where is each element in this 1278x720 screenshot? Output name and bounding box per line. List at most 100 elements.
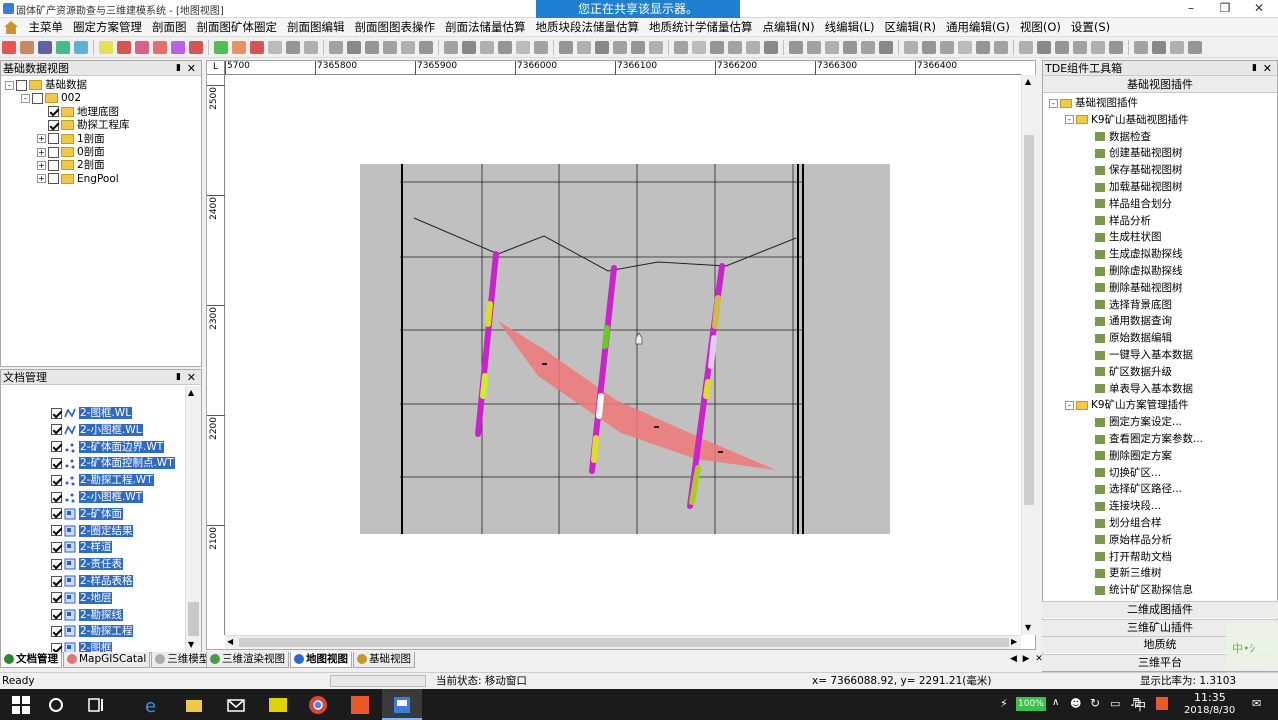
tree-node[interactable]: - 基础数据 <box>5 79 87 92</box>
toolbar-tool-icon[interactable] <box>1055 41 1069 54</box>
plugin-item[interactable]: 删除圈定方案 <box>1095 450 1172 463</box>
plugin-root[interactable]: - 基础视图插件 <box>1049 97 1138 110</box>
tray-plug-icon[interactable]: ⚡ <box>1000 697 1008 710</box>
accordion-header[interactable]: 二维成图插件 <box>1042 601 1278 618</box>
toolbar-tool-icon[interactable] <box>613 41 627 54</box>
toolbar-tool-icon[interactable] <box>1109 41 1123 54</box>
toolbar-tool-icon[interactable] <box>710 41 724 54</box>
map-vscrollbar[interactable]: ▲ ▼ <box>1021 75 1036 635</box>
layer-checkbox[interactable] <box>51 491 62 503</box>
scroll-thumb[interactable] <box>1024 135 1034 505</box>
scroll-up-icon[interactable]: ▲ <box>188 388 194 397</box>
tree-checkbox[interactable] <box>48 173 59 185</box>
toolbar-tool-icon[interactable] <box>1170 41 1184 54</box>
toolbar-tool-icon[interactable] <box>825 41 839 54</box>
plugin-item[interactable]: 生成柱状图 <box>1095 231 1162 244</box>
scroll-down-icon[interactable]: ▼ <box>188 640 194 649</box>
plugin-item[interactable]: 查看圈定方案参数... <box>1095 433 1203 446</box>
toolbar-tool-icon[interactable] <box>595 41 609 54</box>
windows-start-icon[interactable] <box>11 695 31 715</box>
menu-item-6[interactable]: 剖面法储量估算 <box>440 18 531 37</box>
notification-icon[interactable]: ✉ <box>1252 697 1261 710</box>
toolbar-tool-icon[interactable] <box>1152 41 1166 54</box>
toolbar-tool-icon[interactable] <box>940 41 954 54</box>
layer-checkbox[interactable] <box>51 642 62 652</box>
toolbar-tool-icon[interactable] <box>268 41 282 54</box>
toolbar-tool-icon[interactable] <box>1188 41 1202 54</box>
left-tab[interactable]: 三维模型 <box>151 652 214 668</box>
tree-checkbox[interactable] <box>48 159 59 171</box>
close-icon[interactable]: ✕ <box>187 61 196 76</box>
toolbar-tool-icon[interactable] <box>214 41 228 54</box>
menu-item-14[interactable]: 设置(S) <box>1066 18 1115 37</box>
toolbar-tool-icon[interactable] <box>444 41 458 54</box>
floating-assistant-widget[interactable]: 中•ｼ <box>1226 622 1278 668</box>
plugin-item[interactable]: 统计矿区勘探信息 <box>1095 584 1193 597</box>
toolbar-tool-icon[interactable] <box>764 41 778 54</box>
tree-checkbox[interactable] <box>48 146 59 158</box>
menu-item-2[interactable]: 剖面图 <box>147 18 192 37</box>
toolbar-tool-icon[interactable] <box>99 41 113 54</box>
toolbar-tool-icon[interactable] <box>171 41 185 54</box>
layer-item[interactable]: 2-样道 <box>51 540 113 555</box>
toolbar-tool-icon[interactable] <box>401 41 415 54</box>
scroll-left-icon[interactable]: ◀ <box>227 637 233 646</box>
layer-checkbox[interactable] <box>51 609 62 621</box>
toolbar-tool-icon[interactable] <box>419 41 433 54</box>
close-icon[interactable]: ✕ <box>1263 61 1272 76</box>
plugin-item[interactable]: 划分组合样 <box>1095 517 1162 530</box>
menu-item-8[interactable]: 地质统计学储量估算 <box>644 18 758 37</box>
plugin-item[interactable]: 单表导入基本数据 <box>1095 383 1193 396</box>
clock-date[interactable]: 2018/8/30 <box>1184 705 1235 716</box>
toolbar-tool-icon[interactable] <box>879 41 893 54</box>
menu-item-12[interactable]: 通用编辑(G) <box>941 18 1015 37</box>
tree-checkbox[interactable] <box>48 119 59 131</box>
tree-node[interactable]: - 002 <box>21 92 81 105</box>
toolbar-tool-icon[interactable] <box>135 41 149 54</box>
menu-item-7[interactable]: 地质块段法储量估算 <box>531 18 645 37</box>
layer-item[interactable]: 2-小图框.WL <box>51 423 143 438</box>
plugin-item[interactable]: 打开帮助文档 <box>1095 551 1172 564</box>
toolbar-tool-icon[interactable] <box>38 41 52 54</box>
toolbar-tool-icon[interactable] <box>329 41 343 54</box>
pin-icon[interactable]: ▮ <box>176 61 181 76</box>
toolbar-tool-icon[interactable] <box>153 41 167 54</box>
minimize-button[interactable]: – <box>1174 0 1208 18</box>
toolbar-tool-icon[interactable] <box>534 41 548 54</box>
tree-checkbox[interactable] <box>48 106 59 118</box>
layer-item[interactable]: 2-勘探线 <box>51 608 123 623</box>
mail-icon[interactable] <box>226 695 246 715</box>
battery-indicator[interactable]: 100% <box>1016 697 1046 711</box>
tree-node[interactable]: 勘探工程库 <box>37 119 130 132</box>
toolbar-tool-icon[interactable] <box>994 41 1008 54</box>
plugin-item[interactable]: 保存基础视图树 <box>1095 164 1183 177</box>
layer-checkbox[interactable] <box>51 575 62 587</box>
plugin-item[interactable]: 加载基础视图树 <box>1095 181 1183 194</box>
layer-item[interactable]: 2-矿体面 <box>51 507 123 522</box>
plugin-item[interactable]: 生成虚拟勘探线 <box>1095 248 1183 261</box>
tray-chevron-icon[interactable]: ∧ <box>1052 697 1059 708</box>
plugin-item[interactable]: 切换矿区... <box>1095 467 1161 480</box>
tray-display-icon[interactable]: ▭ <box>1110 697 1120 710</box>
map-tab[interactable]: 基础视图 <box>353 652 415 668</box>
plugin-item[interactable]: 选择矿区路径... <box>1095 483 1182 496</box>
toolbar-tool-icon[interactable] <box>462 41 476 54</box>
layer-checkbox[interactable] <box>51 474 62 486</box>
toolbar-tool-icon[interactable] <box>516 41 530 54</box>
layer-item[interactable]: 2-勘探工程 <box>51 624 134 639</box>
plugin-item[interactable]: 选择背景底图 <box>1095 299 1172 312</box>
toolbar-tool-icon[interactable] <box>789 41 803 54</box>
restore-button[interactable]: ❐ <box>1208 0 1242 18</box>
tray-app-icon[interactable] <box>1156 697 1168 710</box>
tree-node[interactable]: 地理底图 <box>37 106 119 119</box>
toolbar-tool-icon[interactable] <box>861 41 875 54</box>
plugin-item[interactable]: 样品组合划分 <box>1095 198 1172 211</box>
toolbar-tool-icon[interactable] <box>74 41 88 54</box>
toolbar-tool-icon[interactable] <box>746 41 760 54</box>
plugin-group[interactable]: - K9矿山方案管理插件 <box>1065 399 1189 412</box>
toolbar-tool-icon[interactable] <box>365 41 379 54</box>
tray-people-icon[interactable]: ☻ <box>1070 697 1081 710</box>
toolbar-tool-icon[interactable] <box>189 41 203 54</box>
layer-scrollbar[interactable]: ▲ ▼ <box>185 386 201 652</box>
toolbar-tool-icon[interactable] <box>559 41 573 54</box>
